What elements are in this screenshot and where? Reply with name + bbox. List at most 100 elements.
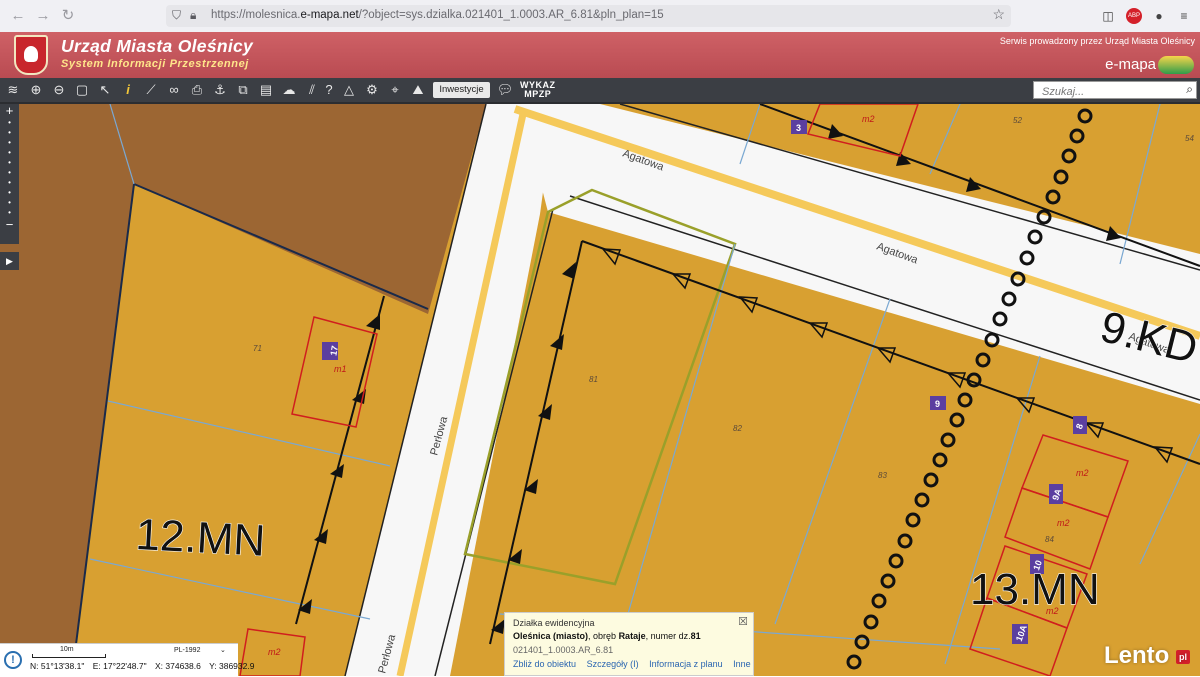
site-title: Urząd Miasta Oleśnicy [61, 36, 254, 56]
settings-icon[interactable]: ⚙︎ [363, 81, 381, 99]
info-icon[interactable]: ! [4, 651, 22, 669]
parcel-number: 71 [253, 344, 262, 353]
plan-info-link[interactable]: Informacja z planu [649, 659, 723, 669]
coord-x: X: 374638.6 [155, 661, 201, 671]
site-header: Urząd Miasta Oleśnicy System Informacji … [0, 32, 1200, 78]
lock-icon: 🔒︎ [190, 8, 197, 22]
city-crest-icon [14, 35, 48, 75]
copy-icon[interactable]: ⧉ [234, 81, 252, 99]
layers-icon[interactable]: ≋ [4, 81, 22, 99]
zoom-to-object-link[interactable]: Zbliż do obiektu [513, 659, 576, 669]
url-text[interactable]: https://molesnica.e-mapa.net/?object=sys… [211, 9, 664, 21]
zoom-level-dot[interactable]: • [0, 128, 19, 138]
parcel-number: 83 [878, 471, 887, 480]
popup-number: 81 [690, 631, 701, 641]
scale-label: 10m [60, 646, 74, 653]
locate-icon[interactable]: ⌖ [386, 81, 404, 99]
link-icon[interactable]: ∞ [165, 81, 183, 99]
comment-icon[interactable]: ☁︎ [280, 81, 298, 99]
scale-coordinates-panel: ! 10m PL-1992 ⌄ N: 51°13'38.1" E: 17°22'… [0, 643, 254, 677]
warning-icon[interactable]: △ [340, 81, 358, 99]
building-code: m2 [862, 114, 875, 124]
zoom-level-dot[interactable]: • [0, 168, 19, 178]
details-link[interactable]: Szczegóły (I) [587, 659, 639, 669]
coordinates: N: 51°13'38.1" E: 17°22'48.7" X: 374638.… [30, 661, 260, 671]
investments-button[interactable]: Inwestycje [433, 82, 490, 98]
watermark-badge: pl [1176, 649, 1190, 664]
zoom-level-dot[interactable]: • [0, 188, 19, 198]
chat-icon[interactable]: 💬︎ [496, 81, 514, 99]
parcel-number: 82 [733, 424, 742, 433]
crs-select[interactable]: PL-1992 [174, 647, 200, 654]
info-tool-icon[interactable]: i [119, 81, 137, 99]
zoom-out-icon[interactable]: ⊖ [50, 81, 68, 99]
search-box[interactable]: ⌕ [1033, 81, 1197, 100]
other-link[interactable]: Inne [733, 659, 751, 669]
building-code: m2 [1057, 518, 1070, 528]
zoom-slider[interactable]: + • • • • • • • • • • − [0, 104, 19, 244]
parcel-popup: ☒ Działka ewidencyjna Oleśnica (miasto),… [504, 612, 754, 676]
zoom-level-dot[interactable]: • [0, 158, 19, 168]
zoom-in-icon[interactable]: ⊕ [27, 81, 45, 99]
address-bar[interactable]: ⛉ 🔒︎ https://molesnica.e-mapa.net/?objec… [166, 5, 1011, 27]
chevron-down-icon[interactable]: ⌄ [220, 646, 226, 654]
map-toolbar: ≋ ⊕ ⊖ ▢ ↖ i ⟋ ∞ ⎙ ⚓︎ ⧉ ▤ ☁︎ ⫽ ? △ ⚙︎ ⌖ ⛰… [0, 78, 1200, 104]
close-icon[interactable]: ☒ [738, 615, 748, 628]
popup-obreb: Rataje [618, 631, 646, 641]
panel-expand-icon[interactable]: ▶ [0, 252, 19, 270]
print-icon[interactable]: ⎙ [188, 81, 206, 99]
reload-icon[interactable]: ↻ [58, 6, 78, 26]
watermark-text: Lento [1104, 642, 1170, 669]
building-code: m2 [1076, 468, 1089, 478]
help-icon[interactable]: ? [320, 81, 338, 99]
popup-number-prefix: , numer dz. [645, 631, 691, 641]
zoom-extent-icon[interactable]: ▢ [73, 81, 91, 99]
popup-place: Oleśnica (miasto) [513, 631, 589, 641]
building-code: m2 [268, 647, 281, 657]
layout-icon[interactable]: ▤ [257, 81, 275, 99]
zoom-plus-icon[interactable]: + [0, 104, 19, 118]
menu-icon[interactable]: ≡ [1176, 8, 1192, 24]
zoom-level-dot[interactable]: • [0, 178, 19, 188]
zoom-level-dot[interactable]: • [0, 118, 19, 128]
house-number: 3 [796, 123, 801, 133]
select-pointer-icon[interactable]: ↖ [96, 81, 114, 99]
coord-y: Y: 386932.9 [209, 661, 255, 671]
zoom-minus-icon[interactable]: − [0, 218, 19, 232]
zoom-level-dot[interactable]: • [0, 148, 19, 158]
bookmark-star-icon[interactable]: ☆ [992, 6, 1005, 23]
wykaz-mpzp-button[interactable]: WYKAZ MPZP [520, 81, 556, 99]
search-icon[interactable]: ⌕ [1186, 82, 1193, 97]
back-icon[interactable]: ← [8, 6, 28, 26]
brand-logo[interactable]: e-mapa [1105, 56, 1156, 73]
zoom-level-dot[interactable]: • [0, 138, 19, 148]
zone-label: 12.MN [134, 510, 266, 566]
search-input[interactable] [1040, 84, 1174, 100]
building-code: m1 [334, 364, 347, 374]
map-canvas[interactable]: 17 3 9 8 9A 10 10A m1 m2 m2 m2 m2 m2 71 … [0, 104, 1200, 676]
parcel-number: 84 [1045, 535, 1054, 544]
lento-watermark: Lento pl [1104, 642, 1190, 670]
hatch-icon[interactable]: ⫽ [303, 81, 321, 99]
popup-links: Zbliż do obiektu Szczegóły (I) Informacj… [513, 659, 759, 669]
popup-id: 021401_1.0003.AR_6.81 [513, 645, 614, 655]
coord-lat: N: 51°13'38.1" [30, 661, 85, 671]
adblock-icon[interactable]: ABP [1126, 8, 1142, 24]
site-subtitle: System Informacji Przestrzennej [61, 58, 249, 70]
popup-heading: Działka ewidencyjna [513, 618, 595, 628]
anchor-icon[interactable]: ⚓︎ [211, 81, 229, 99]
house-number: 9 [935, 399, 940, 409]
zone-label: 13.MN [970, 565, 1100, 614]
shield-icon: ⛉ [172, 8, 182, 22]
house-number: 17 [328, 345, 340, 357]
pocket-icon[interactable]: ◫ [1100, 8, 1116, 24]
popup-parcel-info: Oleśnica (miasto), obręb Rataje, numer d… [513, 631, 701, 641]
scale-bar [32, 654, 106, 658]
forward-icon[interactable]: → [33, 6, 53, 26]
measure-icon[interactable]: ⟋ [142, 81, 160, 99]
zoom-level-dot[interactable]: • [0, 198, 19, 208]
map-svg[interactable]: 17 3 9 8 9A 10 10A m1 m2 m2 m2 m2 m2 71 … [0, 104, 1200, 676]
service-note: Serwis prowadzony przez Urząd Miasta Ole… [999, 36, 1195, 46]
terrain-icon[interactable]: ⛰︎ [409, 81, 427, 99]
extension-icon[interactable]: ● [1151, 8, 1167, 24]
